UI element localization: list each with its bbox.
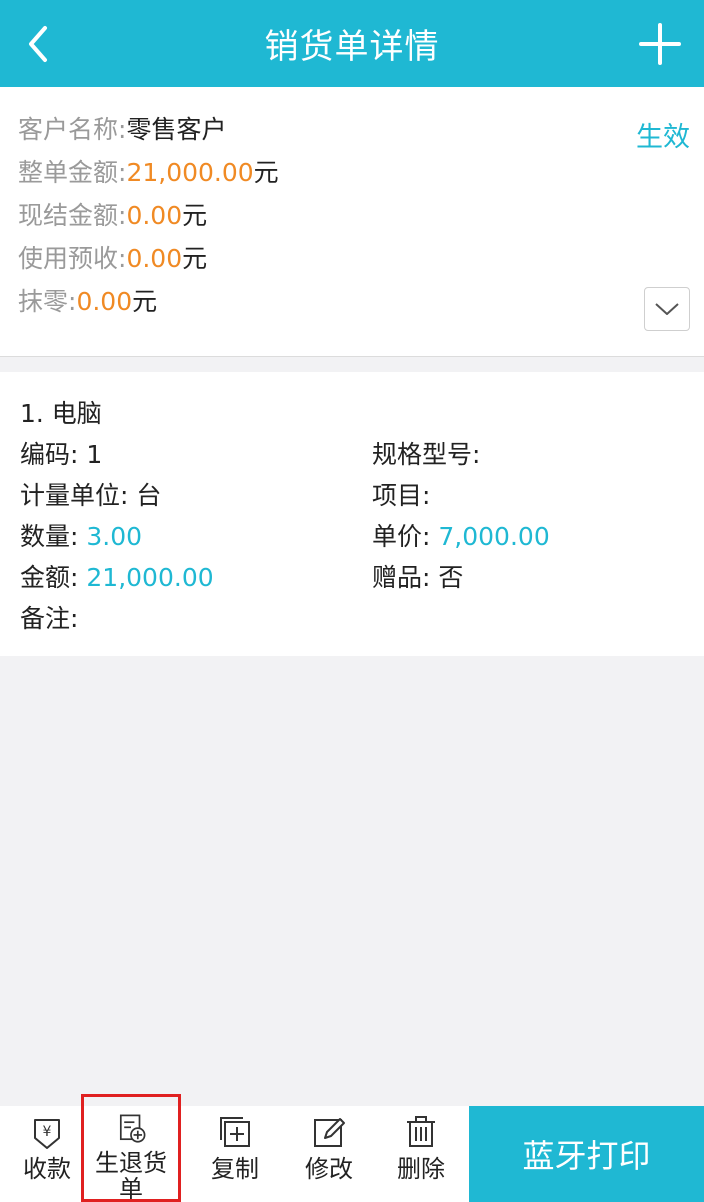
prepaid-row: 使用预收:0.00元 [18,243,207,275]
expand-details-button[interactable] [644,287,690,331]
item-amount-value: 21,000.00 [86,563,214,592]
item-price-value: 7,000.00 [438,522,550,551]
rounding-label: 抹零: [18,287,77,316]
item-gift-label: 赠品: [372,563,431,592]
customer-row: 客户名称:零售客户 [18,114,226,146]
collect-payment-button[interactable]: ¥ 收款 [2,1106,92,1202]
copy-button[interactable]: 复制 [190,1106,280,1202]
customer-value: 零售客户 [126,115,227,144]
product-item-card: 1. 电脑 编码: 1 规格型号: 计量单位: 台 项目: 数量: 3.00 单… [0,372,704,656]
item-price: 单价: 7,000.00 [372,521,550,553]
top-app-bar: 销货单详情 [0,0,704,87]
total-amount-value: 21,000.00 [126,158,254,187]
payment-icon: ¥ [34,1119,60,1149]
delete-button[interactable]: 删除 [376,1106,466,1202]
chevron-left-icon [29,26,47,62]
item-unit: 计量单位: 台 [20,480,161,512]
edit-icon [314,1118,345,1147]
total-amount-row: 整单金额:21,000.00元 [18,157,279,189]
item-gift-value: 否 [438,563,464,592]
page-title: 销货单详情 [264,27,440,67]
generate-return-order-label-line1: 生退货 [95,1149,167,1177]
item-quantity-label: 数量: [20,522,79,551]
total-amount-unit: 元 [253,158,279,187]
document-add-icon [119,1114,146,1143]
rounding-row: 抹零:0.00元 [18,286,157,318]
cash-amount-row: 现结金额:0.00元 [18,200,207,232]
cash-amount-unit: 元 [182,201,208,230]
item-gift: 赠品: 否 [372,562,463,594]
delete-label: 删除 [397,1155,445,1183]
svg-text:¥: ¥ [43,1124,52,1140]
back-button[interactable] [10,14,66,74]
bluetooth-print-button[interactable]: 蓝牙打印 [469,1106,704,1202]
item-spec-label: 规格型号: [372,440,481,469]
generate-return-order-label: 生退货单 [95,1150,167,1202]
cash-amount-value: 0.00 [126,201,183,230]
item-amount: 金额: 21,000.00 [20,562,214,594]
item-project: 项目: [372,480,430,512]
chevron-down-icon [655,303,679,315]
edit-button[interactable]: 修改 [284,1106,374,1202]
item-spec: 规格型号: [372,439,480,471]
cash-amount-label: 现结金额: [18,201,127,230]
item-note: 备注: [20,603,78,635]
rounding-value: 0.00 [76,287,133,316]
item-code: 编码: 1 [20,439,102,471]
item-unit-value: 台 [136,481,162,510]
item-note-label: 备注: [20,604,79,633]
total-amount-label: 整单金额: [18,158,127,187]
item-project-label: 项目: [372,481,431,510]
item-quantity-value: 3.00 [86,522,143,551]
item-quantity: 数量: 3.00 [20,521,142,553]
trash-icon [407,1116,435,1147]
item-price-label: 单价: [372,522,431,551]
customer-label: 客户名称: [18,115,127,144]
copy-icon [220,1117,250,1147]
generate-return-order-label-line2: 单 [119,1175,143,1202]
copy-label: 复制 [211,1155,259,1183]
prepaid-unit: 元 [182,244,208,273]
edit-label: 修改 [305,1155,353,1183]
generate-return-order-button[interactable]: 生退货单 [86,1106,176,1202]
prepaid-label: 使用预收: [18,244,127,273]
add-button[interactable] [630,14,690,74]
rounding-unit: 元 [132,287,158,316]
item-unit-label: 计量单位: [20,481,129,510]
item-code-value: 1 [86,440,103,469]
prepaid-value: 0.00 [126,244,183,273]
item-amount-label: 金额: [20,563,79,592]
plus-icon [639,23,681,65]
status-badge[interactable]: 生效 [636,115,690,154]
order-summary-card: 客户名称:零售客户 生效 整单金额:21,000.00元 现结金额:0.00元 … [0,87,704,357]
collect-payment-label: 收款 [23,1155,71,1183]
item-code-label: 编码: [20,440,79,469]
item-title: 1. 电脑 [20,399,102,428]
